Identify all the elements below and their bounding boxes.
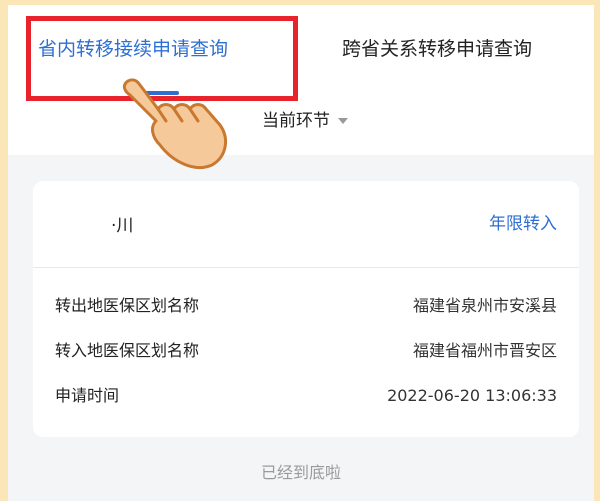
caret-down-icon bbox=[338, 118, 348, 124]
tab-cross-province-query[interactable]: 跨省关系转移申请查询 bbox=[342, 35, 532, 63]
field-value: 2022-06-20 13:06:33 bbox=[387, 386, 557, 405]
applicant-name: ·川 bbox=[111, 216, 134, 236]
field-label: 转出地医保区划名称 bbox=[55, 296, 200, 315]
card-header: ·川 年限转入 bbox=[33, 181, 579, 268]
end-of-list-text: 已经到底啦 bbox=[260, 463, 341, 482]
field-label: 申请时间 bbox=[55, 386, 120, 405]
pointing-hand-icon bbox=[122, 78, 228, 170]
stage-filter-dropdown[interactable]: 当前环节 bbox=[262, 108, 348, 134]
field-value: 福建省福州市晋安区 bbox=[412, 341, 557, 360]
transfer-record-card[interactable]: ·川 年限转入 转出地医保区划名称 福建省泉州市安溪县 转入地医保区划名称 福建… bbox=[33, 181, 579, 437]
field-value: 福建省泉州市安溪县 bbox=[412, 296, 557, 315]
stage-filter-label: 当前环节 bbox=[262, 111, 330, 131]
header-bar: 省内转移接续申请查询 跨省关系转移申请查询 当前环节 bbox=[8, 5, 594, 170]
field-label: 转入地医保区划名称 bbox=[55, 341, 200, 360]
app-screen: 省内转移接续申请查询 跨省关系转移申请查询 当前环节 ·川 年限转入 转出地医保… bbox=[8, 5, 594, 501]
transfer-type-link[interactable]: 年限转入 bbox=[489, 209, 557, 234]
